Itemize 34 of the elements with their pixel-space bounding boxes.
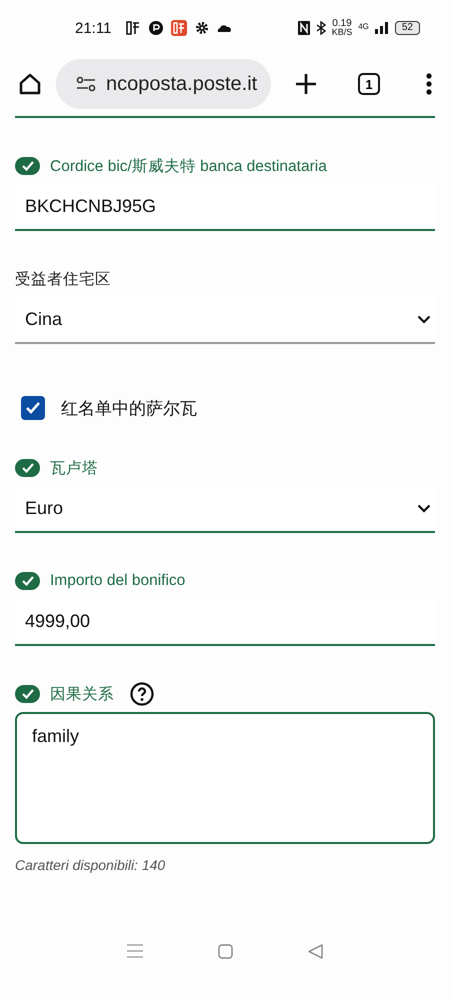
field-label: 瓦卢塔	[50, 458, 98, 478]
field-label: 因果关系	[50, 684, 114, 704]
chevron-down-icon	[417, 315, 431, 324]
help-icon[interactable]	[130, 682, 154, 706]
site-settings-icon[interactable]	[76, 76, 96, 92]
cloud-icon	[217, 23, 232, 33]
checkmark-icon	[25, 401, 41, 415]
app-icon	[125, 20, 142, 36]
back-icon[interactable]	[308, 944, 323, 959]
checkbox-label: 红名单中的萨尔瓦	[61, 398, 197, 420]
field-label: Importo del bonifico	[50, 572, 186, 590]
bluetooth-icon	[316, 21, 326, 35]
new-tab-icon[interactable]	[295, 73, 318, 95]
network-speed: 0.19	[332, 20, 352, 28]
field-label: 受益者住宅区	[15, 270, 111, 290]
tab-count[interactable]: 1	[358, 73, 380, 95]
home-icon[interactable]	[18, 72, 42, 96]
network-type: 4G	[358, 22, 369, 31]
menu-icon[interactable]	[426, 73, 432, 95]
chevron-down-icon	[417, 504, 431, 513]
speed-unit: KB/S	[332, 28, 352, 36]
nfc-icon	[298, 21, 310, 35]
battery-indicator: 52	[394, 21, 420, 35]
url-text: ncoposta.poste.it	[106, 72, 258, 96]
clock: 21:11	[75, 20, 112, 36]
notification-icon	[149, 21, 164, 35]
field-label: Cordice bic/斯威夫特 banca destinataria	[50, 156, 327, 176]
address-bar[interactable]: ncoposta.poste.it	[56, 59, 272, 109]
checkbox[interactable]	[21, 396, 45, 420]
settings-icon	[195, 21, 210, 35]
text-area[interactable]: family	[15, 712, 435, 844]
signal-icon	[374, 22, 389, 34]
app-icon	[171, 20, 188, 36]
character-counter: Caratteri disponibili: 140	[15, 857, 166, 873]
